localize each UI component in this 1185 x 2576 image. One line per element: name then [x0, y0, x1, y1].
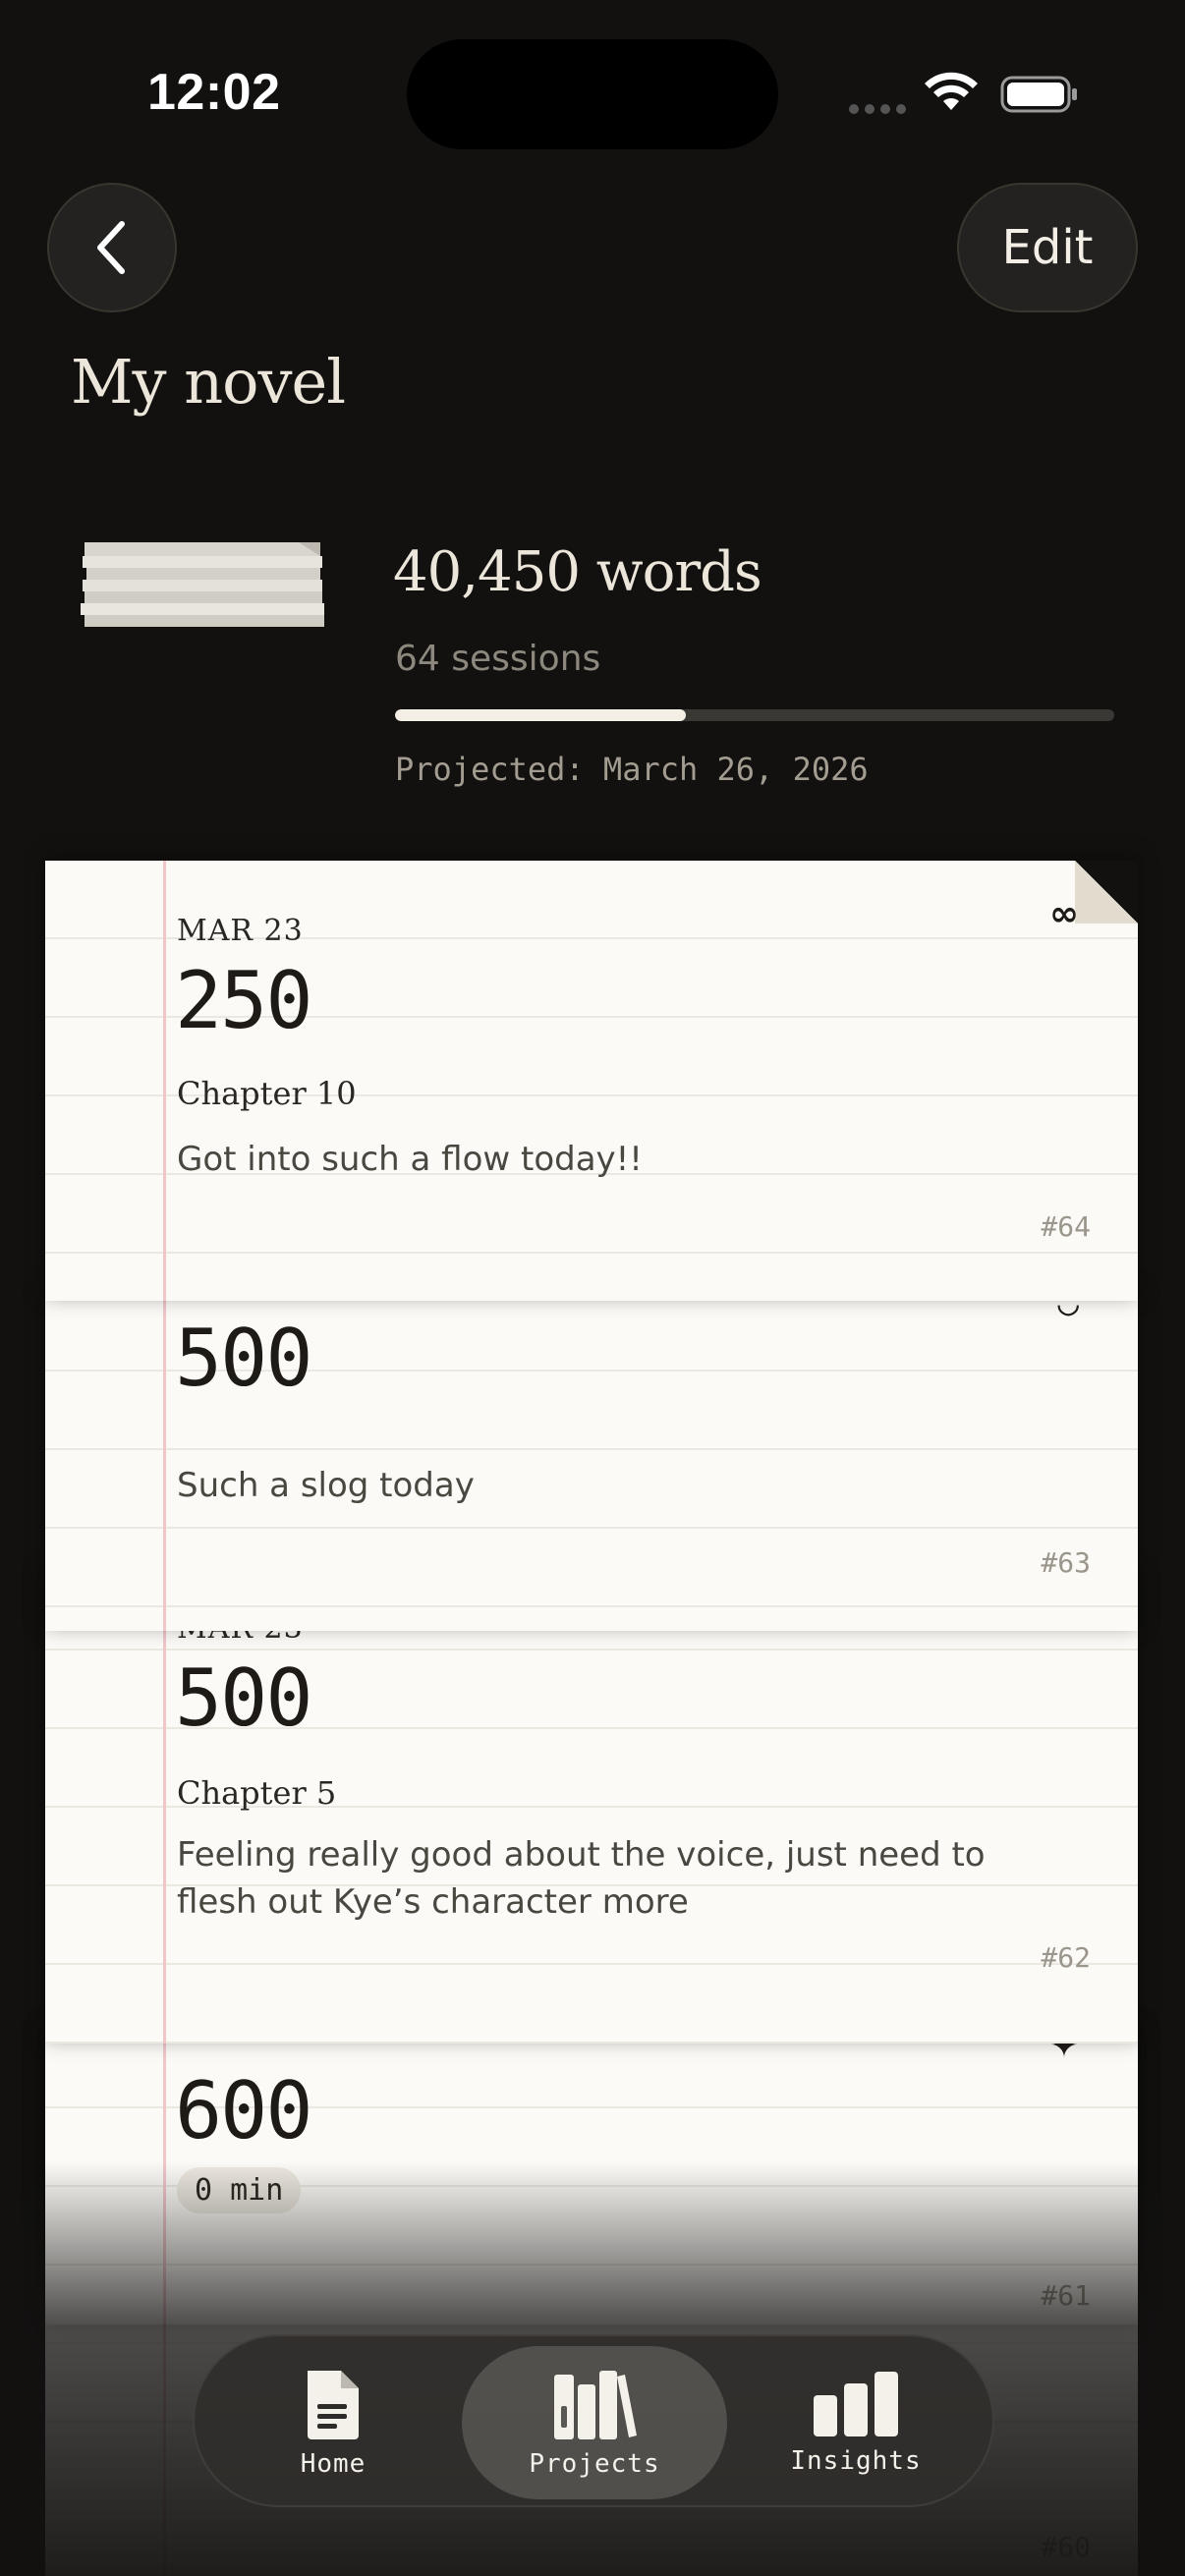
- total-words: 40,450 words: [393, 540, 762, 604]
- dynamic-island: [407, 39, 778, 149]
- session-number: #62: [1041, 1941, 1091, 1974]
- session-number: #63: [1041, 1546, 1091, 1579]
- progress-fill: [395, 709, 687, 721]
- tab-home[interactable]: Home: [200, 2346, 466, 2499]
- session-note: Feeling really good about the voice, jus…: [177, 1835, 986, 1922]
- page-corner-fold: [1075, 861, 1138, 924]
- wifi-icon: [925, 72, 978, 110]
- session-word-count: 500: [175, 1652, 312, 1744]
- page-title: My novel: [71, 346, 346, 418]
- session-number: #61: [1041, 2279, 1091, 2312]
- bar-chart-icon: [814, 2372, 898, 2436]
- session-mood-icon: ∞: [1049, 894, 1079, 934]
- session-card[interactable]: ✦ 600 0 min #61: [45, 2030, 1138, 2324]
- chevron-left-icon: [97, 221, 125, 274]
- manuscript-stack-icon: [81, 542, 324, 627]
- battery-icon: [1000, 76, 1077, 113]
- session-card[interactable]: MAR 23 ∞ 250 Chapter 10 Got into such a …: [45, 861, 1138, 1301]
- session-word-count: 250: [175, 955, 312, 1046]
- tab-projects-label: Projects: [529, 2449, 660, 2479]
- progress-bar: [395, 709, 1114, 721]
- status-bar: 12:02: [0, 0, 1185, 187]
- back-button[interactable]: [47, 183, 177, 312]
- session-date: MAR 23: [177, 914, 304, 948]
- session-number: #64: [1041, 1210, 1091, 1243]
- session-word-count: 500: [175, 1313, 312, 1404]
- tab-bar: Home Projects Insights: [193, 2334, 994, 2507]
- cellular-signal-icon: [849, 104, 906, 114]
- session-note: Such a slog today: [177, 1466, 475, 1505]
- tab-projects[interactable]: Projects: [462, 2346, 727, 2499]
- sessions-count: 64 sessions: [395, 639, 601, 679]
- session-card[interactable]: MAR 23 500 Chapter 5 Feeling really good…: [45, 1572, 1138, 2044]
- session-number: #60: [1041, 2531, 1091, 2563]
- session-note: Got into such a flow today!!: [177, 1140, 643, 1179]
- session-word-count: 600: [175, 2065, 312, 2156]
- tab-insights-label: Insights: [790, 2446, 922, 2476]
- projected-date: Projected: March 26, 2026: [395, 751, 869, 788]
- tab-home-label: Home: [300, 2449, 367, 2479]
- session-chapter: Chapter 5: [177, 1774, 337, 1812]
- session-duration-chip: 0 min: [177, 2167, 302, 2213]
- edit-button[interactable]: Edit: [957, 183, 1138, 312]
- document-icon: [308, 2371, 359, 2439]
- session-chapter: Chapter 10: [177, 1075, 357, 1112]
- status-time: 12:02: [147, 64, 281, 121]
- books-icon: [554, 2371, 637, 2439]
- tab-insights[interactable]: Insights: [723, 2346, 988, 2499]
- session-card[interactable]: ◡ 500 Such a slog today #63: [45, 1293, 1138, 1631]
